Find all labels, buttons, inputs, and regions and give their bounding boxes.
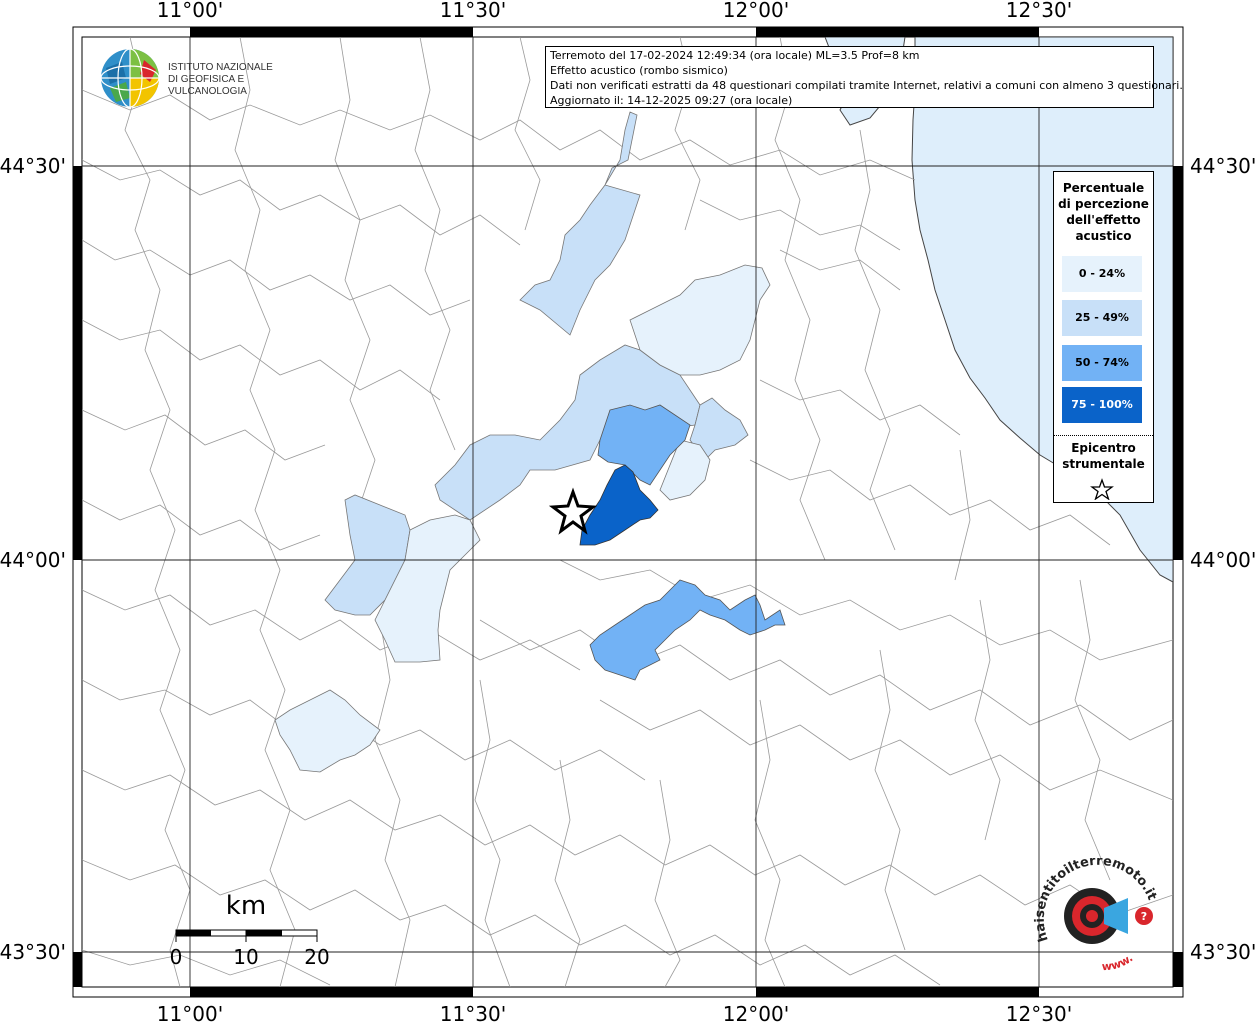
legend-class-50-74: 50 - 74% (1062, 345, 1142, 381)
scale-tick: 10 (233, 945, 258, 969)
lon-label: 12°00' (723, 1002, 789, 1024)
lon-label: 11°00' (157, 1002, 223, 1024)
lon-labels-top: 11°00' 11°30' 12°00' 12°30' (157, 0, 1072, 22)
lon-label: 11°30' (440, 0, 506, 22)
lat-label: 44°00' (0, 548, 66, 572)
lon-label: 11°00' (157, 0, 223, 22)
legend-title-line: di percezione (1058, 197, 1149, 211)
legend-epicenter-line: strumentale (1062, 457, 1145, 471)
legend-class-0-24: 0 - 24% (1062, 256, 1142, 292)
haisentito-badge-icon: haisentitoilterremoto.it www. ? (1033, 854, 1160, 974)
legend-separator (1054, 435, 1153, 436)
legend-epicenter-label: Epicentro strumentale (1054, 440, 1153, 472)
haisentito-www-text: www. (1101, 951, 1135, 973)
lon-label: 12°30' (1006, 1002, 1072, 1024)
lat-label: 43°30' (1190, 940, 1256, 964)
legend: Percentuale di percezione dell'effetto a… (1053, 171, 1154, 503)
event-info-line: Dati non verificati estratti da 48 quest… (550, 79, 1183, 92)
lat-label: 44°00' (1190, 548, 1256, 572)
lat-labels-right: 44°30' 44°00' 43°30' (1190, 154, 1256, 964)
lat-labels-left: 44°30' 44°00' 43°30' (0, 154, 66, 964)
lon-label: 12°00' (723, 0, 789, 22)
lat-label: 44°30' (0, 154, 66, 178)
legend-title: Percentuale di percezione dell'effetto a… (1054, 180, 1153, 244)
lat-label: 44°30' (1190, 154, 1256, 178)
lon-label: 11°30' (440, 1002, 506, 1024)
haisentito-logo: haisentitoilterremoto.it www. ? (1030, 854, 1168, 978)
event-info-line: Effetto acustico (rombo sismico) (550, 64, 728, 77)
legend-title-line: acustico (1075, 229, 1132, 243)
legend-title-line: dell'effetto (1066, 213, 1141, 227)
ingv-globe-icon (100, 48, 160, 108)
lat-label: 43°30' (0, 940, 66, 964)
event-info-line: Terremoto del 17-02-2024 12:49:34 (ora l… (550, 49, 920, 62)
ingv-logo: ISTITUTO NAZIONALE DI GEOFISICA E VULCAN… (100, 48, 320, 110)
scale-tick: 20 (304, 945, 329, 969)
lon-label: 12°30' (1006, 0, 1072, 22)
scale-tick: 0 (170, 945, 183, 969)
svg-text:?: ? (1141, 910, 1147, 923)
legend-title-line: Percentuale (1062, 181, 1145, 195)
legend-class-75-100: 75 - 100% (1062, 387, 1142, 423)
lon-labels-bottom: 11°00' 11°30' 12°00' 12°30' (157, 1002, 1072, 1024)
svg-text:www.: www. (1101, 951, 1135, 973)
legend-class-25-49: 25 - 49% (1062, 300, 1142, 336)
event-info-line: Aggiornato il: 14-12-2025 09:27 (ora loc… (550, 94, 793, 107)
legend-star-icon (1090, 478, 1114, 500)
legend-epicenter-line: Epicentro (1071, 441, 1136, 455)
scale-unit: km (226, 891, 266, 921)
ingv-name-line: DI GEOFISICA E VULCANOLOGIA (168, 74, 247, 97)
ingv-name-line: ISTITUTO NAZIONALE (168, 62, 273, 73)
event-info-box: Terremoto del 17-02-2024 12:49:34 (ora l… (545, 46, 1183, 108)
